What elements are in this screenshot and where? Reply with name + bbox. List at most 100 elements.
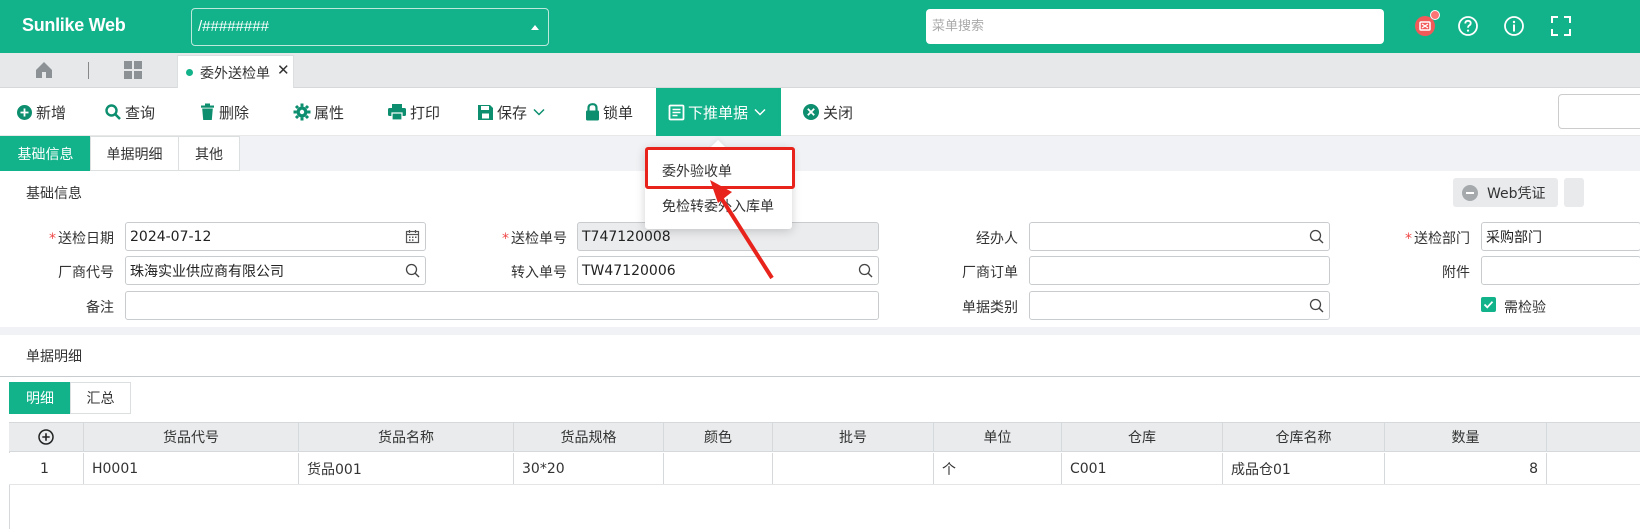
col-quantity[interactable]: 数量	[1385, 423, 1547, 451]
caret-up-icon	[531, 25, 539, 30]
cell-batch[interactable]	[773, 453, 934, 484]
col-item-code[interactable]: 货品代号	[84, 423, 299, 451]
active-tab-dot	[186, 69, 193, 76]
cell-item-spec[interactable]: 30*20	[514, 453, 664, 484]
inspect-date-label: * 送检日期	[49, 231, 114, 247]
voucher-extra-button[interactable]	[1564, 178, 1584, 207]
properties-button[interactable]: 属性	[293, 88, 344, 136]
printer-icon	[388, 104, 406, 121]
inspect-no-label: * 送检单号	[502, 231, 567, 247]
doc-category-field[interactable]	[1029, 291, 1330, 320]
chevron-down-icon	[754, 108, 766, 116]
help-icon[interactable]	[1457, 15, 1479, 37]
col-color[interactable]: 颜色	[664, 423, 773, 451]
web-voucher-button[interactable]: Web凭证	[1453, 178, 1558, 207]
search-icon[interactable]	[405, 263, 420, 278]
table-row[interactable]: 1 H0001 货品001 30*20 个 C001 成品仓01 8	[9, 453, 1640, 485]
attachment-field[interactable]	[1481, 256, 1640, 285]
search-icon[interactable]	[1309, 229, 1324, 244]
transfer-no-label: 转入单号	[511, 265, 567, 281]
grid-icon[interactable]	[123, 60, 143, 80]
push-down-button[interactable]: 下推单据	[656, 88, 781, 136]
need-inspect-label: 需检验	[1504, 300, 1546, 316]
cell-warehouse-name[interactable]: 成品仓01	[1223, 453, 1385, 484]
search-icon[interactable]	[858, 263, 873, 278]
basic-info-title: 基础信息	[26, 186, 82, 202]
vendor-code-label: 厂商代号	[58, 265, 114, 281]
remark-field[interactable]	[125, 291, 879, 320]
chevron-down-icon[interactable]	[533, 108, 545, 116]
vendor-code-value: 珠海实业供应商有限公司	[130, 263, 284, 280]
inspect-dept-label: * 送检部门	[1405, 231, 1470, 247]
add-row-cell[interactable]	[9, 423, 84, 451]
basic-info-panel: 基础信息 Web凭证 * 送检日期 2024-07-12 * 送检单号 T74712…	[0, 171, 1640, 327]
col-batch[interactable]: 批号	[773, 423, 934, 451]
col-item-spec[interactable]: 货品规格	[514, 423, 664, 451]
tab-detail[interactable]: 明细	[9, 382, 71, 414]
query-label: 查询	[125, 103, 156, 122]
print-button[interactable]: 打印	[387, 88, 440, 136]
toolbar: 新增 查询 删除 属性 打印 保存 锁单 下推单据 关闭	[0, 88, 1640, 136]
inspect-dept-field[interactable]: 采购部门	[1481, 222, 1640, 251]
lock-label: 锁单	[603, 103, 634, 122]
annotation-arrow-icon	[710, 180, 774, 280]
org-select-value: /########	[198, 18, 269, 35]
inspect-date-field[interactable]: 2024-07-12	[125, 222, 426, 251]
app-brand: Sunlike Web	[22, 15, 126, 35]
tab-basic-info[interactable]: 基础信息	[0, 136, 91, 171]
cell-item-code[interactable]: H0001	[84, 453, 299, 484]
need-inspect-checkbox[interactable]	[1481, 297, 1496, 312]
lock-button[interactable]: 锁单	[585, 88, 633, 136]
new-label: 新增	[36, 103, 67, 122]
checkmark-icon	[1483, 301, 1494, 309]
inspect-date-value: 2024-07-12	[130, 228, 212, 245]
menu-search-input[interactable]	[926, 9, 1384, 44]
vendor-order-field[interactable]	[1029, 256, 1330, 285]
close-label: 关闭	[823, 103, 854, 122]
info-icon[interactable]	[1503, 15, 1525, 37]
fullscreen-icon[interactable]	[1550, 15, 1572, 37]
notification-badge	[1430, 10, 1440, 20]
close-tab-icon[interactable]: ✕	[277, 61, 290, 79]
minus-circle-icon	[1462, 184, 1478, 201]
app-header: Sunlike Web /########	[0, 0, 1640, 53]
calendar-icon[interactable]	[405, 229, 420, 244]
push-down-label: 下推单据	[688, 103, 749, 122]
cell-quantity[interactable]: 8	[1385, 453, 1547, 484]
vendor-code-field[interactable]: 珠海实业供应商有限公司	[125, 256, 426, 285]
gear-icon	[293, 103, 311, 121]
org-select[interactable]: /########	[191, 8, 549, 46]
remark-label: 备注	[86, 300, 114, 316]
handler-field[interactable]	[1029, 222, 1330, 251]
vendor-order-label: 厂商订单	[962, 265, 1018, 281]
toolbar-extra-button[interactable]	[1558, 94, 1640, 129]
home-icon[interactable]	[34, 60, 54, 80]
col-unit[interactable]: 单位	[934, 423, 1062, 451]
search-icon[interactable]	[1309, 298, 1324, 313]
section-tabs: 基础信息 单据明细 其他	[0, 136, 1640, 171]
document-icon	[668, 104, 685, 120]
col-item-name[interactable]: 货品名称	[299, 423, 514, 451]
tab-separator	[88, 62, 89, 79]
close-button[interactable]: 关闭	[802, 88, 853, 136]
delete-button[interactable]: 删除	[199, 88, 249, 136]
detail-title: 单据明细	[26, 349, 82, 365]
cell-warehouse[interactable]: C001	[1062, 453, 1223, 484]
floppy-disk-icon	[478, 104, 493, 120]
cell-item-name[interactable]: 货品001	[299, 453, 514, 484]
tab-document-detail[interactable]: 单据明细	[90, 136, 179, 171]
cell-color[interactable]	[664, 453, 773, 484]
tab-summary[interactable]: 汇总	[70, 382, 131, 414]
save-label: 保存	[497, 103, 528, 122]
tab-other[interactable]: 其他	[178, 136, 240, 171]
col-warehouse-name[interactable]: 仓库名称	[1223, 423, 1385, 451]
inspect-dept-value: 采购部门	[1486, 229, 1542, 246]
tab-inspection-order[interactable]: 委外送检单 ✕	[177, 55, 294, 88]
col-warehouse[interactable]: 仓库	[1062, 423, 1223, 451]
cell-unit[interactable]: 个	[934, 453, 1062, 484]
print-label: 打印	[410, 103, 441, 122]
query-button[interactable]: 查询	[104, 88, 155, 136]
new-button[interactable]: 新增	[16, 88, 66, 136]
add-row-icon[interactable]	[38, 429, 54, 445]
save-button[interactable]: 保存	[477, 88, 548, 136]
